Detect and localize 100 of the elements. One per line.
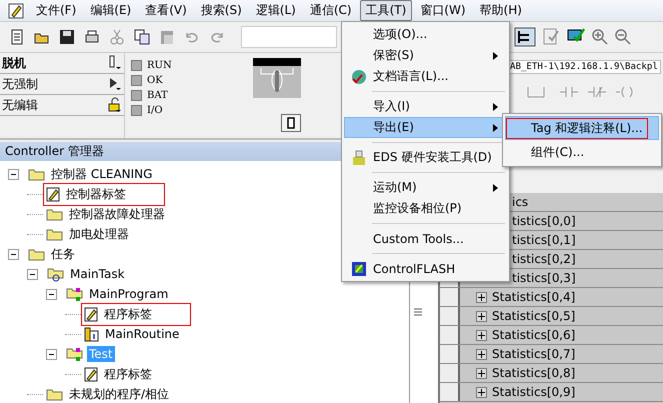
pencil-icon <box>84 306 98 322</box>
mode-label: 无编辑 <box>2 96 38 114</box>
key-dropdown-icon[interactable] <box>108 55 122 71</box>
submenu-arrow-icon <box>493 124 498 132</box>
menu-item[interactable]: Custom Tools... <box>344 228 507 249</box>
menu-item[interactable]: 导入(I) <box>344 96 507 117</box>
led-label: OK <box>147 75 163 86</box>
path-field[interactable]: AB_ETH-1\192.168.1.9\Backpl <box>507 60 661 74</box>
pencil-icon <box>46 186 60 202</box>
menu-item[interactable]: 搜索(S) <box>194 0 248 21</box>
tag-name-cell: Statistics[0,4] <box>492 290 576 304</box>
submenu-arrow-icon <box>493 102 498 110</box>
ladder-document-icon <box>84 326 99 342</box>
tree-item[interactable]: MainProgram <box>87 286 170 302</box>
menu-item[interactable]: 逻辑(L) <box>250 0 302 21</box>
status-led <box>131 75 142 86</box>
zoom-in-icon[interactable] <box>591 28 609 46</box>
status-led <box>131 60 142 71</box>
expand-icon[interactable] <box>476 330 487 340</box>
menu-item[interactable]: 选项(O)... <box>344 24 507 45</box>
combo-field[interactable] <box>241 26 337 48</box>
tree-item[interactable]: 任务 <box>49 244 77 264</box>
collapse-icon[interactable] <box>8 168 19 180</box>
tag-name-cell: Statistics[0,6] <box>492 328 576 342</box>
tag-name-cell: tistics[0,3] <box>512 271 576 285</box>
row-header-cell[interactable] <box>440 307 460 325</box>
expand-icon[interactable] <box>476 292 487 302</box>
menu-item[interactable]: 文档语言(L)... <box>344 66 507 87</box>
pencil-icon <box>84 366 98 382</box>
collapse-icon[interactable] <box>46 348 57 360</box>
key-switch-drawing <box>253 58 301 98</box>
save-icon[interactable] <box>58 28 76 46</box>
folder-cycle-icon <box>47 266 64 282</box>
expand-icon[interactable] <box>476 386 487 398</box>
expand-icon[interactable] <box>476 348 487 360</box>
menu-item[interactable]: ControlFLASH <box>344 258 507 279</box>
folder-icon <box>28 168 45 180</box>
led-label: RUN <box>147 60 172 71</box>
menu-item[interactable]: 查看(V) <box>139 0 193 21</box>
installer-box-icon <box>351 150 367 166</box>
program-folder-icon <box>66 346 83 362</box>
folder-icon <box>28 248 45 260</box>
tree-view-icon[interactable] <box>514 27 536 47</box>
program-folder-icon <box>66 286 83 302</box>
collapse-icon[interactable] <box>27 268 38 280</box>
tree-item[interactable]: 加电处理器 <box>67 224 131 244</box>
folder-icon <box>46 208 63 220</box>
expand-icon[interactable] <box>476 310 487 322</box>
collapse-icon[interactable] <box>46 288 57 300</box>
zoom-out-icon[interactable] <box>614 28 632 46</box>
chip-icon <box>351 260 367 276</box>
check-document-icon[interactable] <box>541 27 561 47</box>
menu-item[interactable]: 帮助(H) <box>474 0 528 21</box>
grip-icon[interactable] <box>414 308 422 316</box>
menu-item[interactable]: 文件(F) <box>30 0 82 21</box>
tag-name-cell: Statistics[0,9] <box>492 385 576 399</box>
menu-item[interactable]: 工具(T) <box>360 0 412 21</box>
cut-icon[interactable] <box>108 28 126 46</box>
row-header-cell[interactable] <box>440 288 460 306</box>
row-header-cell[interactable] <box>440 383 460 401</box>
tree-item[interactable]: 程序标签 <box>102 364 154 384</box>
tag-name-cell: tistics[0,2] <box>512 252 576 266</box>
copy-icon[interactable] <box>133 28 151 46</box>
mode-label: 无强制 <box>2 76 38 92</box>
menu-item[interactable]: 编辑(E) <box>84 0 138 21</box>
menu-item[interactable]: 组件(C)... <box>505 140 659 164</box>
tag-name-cell: tistics[0,1] <box>512 233 576 247</box>
column-header[interactable]: ics <box>512 193 528 211</box>
menu-item[interactable]: 通信(C) <box>304 0 358 21</box>
tree-item[interactable]: 控制器故障处理器 <box>67 204 167 224</box>
led-label: I/O <box>147 105 163 116</box>
pencil-icon <box>8 2 24 18</box>
row-header-cell[interactable] <box>440 326 460 344</box>
menu-item[interactable]: 监控设备相位(P) <box>344 198 507 219</box>
tag-name-cell: tistics[0,0] <box>512 214 576 228</box>
globe-icon <box>351 68 367 84</box>
menu-item[interactable]: Tag 和逻辑注释(L)... <box>505 116 659 140</box>
led-label: BAT <box>147 90 168 101</box>
tree-item[interactable]: MainRoutine <box>103 326 182 342</box>
lock-dropdown-icon[interactable] <box>108 97 122 113</box>
menu-item[interactable]: 保密(S) <box>344 45 507 66</box>
tree-item[interactable]: 未规划的程序/相位 <box>67 384 172 403</box>
mode-label: 脱机 <box>2 54 26 72</box>
tree-item[interactable]: 控制器 CLEANING <box>49 164 154 184</box>
row-header-cell[interactable] <box>440 345 460 363</box>
collapse-icon[interactable] <box>8 248 19 260</box>
tag-name-cell: Statistics[0,8] <box>492 366 576 380</box>
key-button[interactable] <box>281 114 301 132</box>
row-header-cell[interactable] <box>440 364 460 382</box>
folder-icon <box>46 388 63 400</box>
expand-icon[interactable] <box>476 368 487 378</box>
status-led <box>131 90 142 101</box>
tag-name-cell: Statistics[0,7] <box>492 347 576 361</box>
tag-name-cell: Statistics[0,5] <box>492 309 576 323</box>
menu-item[interactable]: 窗口(W) <box>414 0 472 21</box>
key-icon <box>287 117 295 129</box>
play-dropdown-icon[interactable] <box>108 76 122 92</box>
tree-item[interactable]: MainTask <box>68 266 127 282</box>
submenu-arrow-icon <box>493 52 498 60</box>
menu-item[interactable]: 运动(M) <box>344 177 507 198</box>
